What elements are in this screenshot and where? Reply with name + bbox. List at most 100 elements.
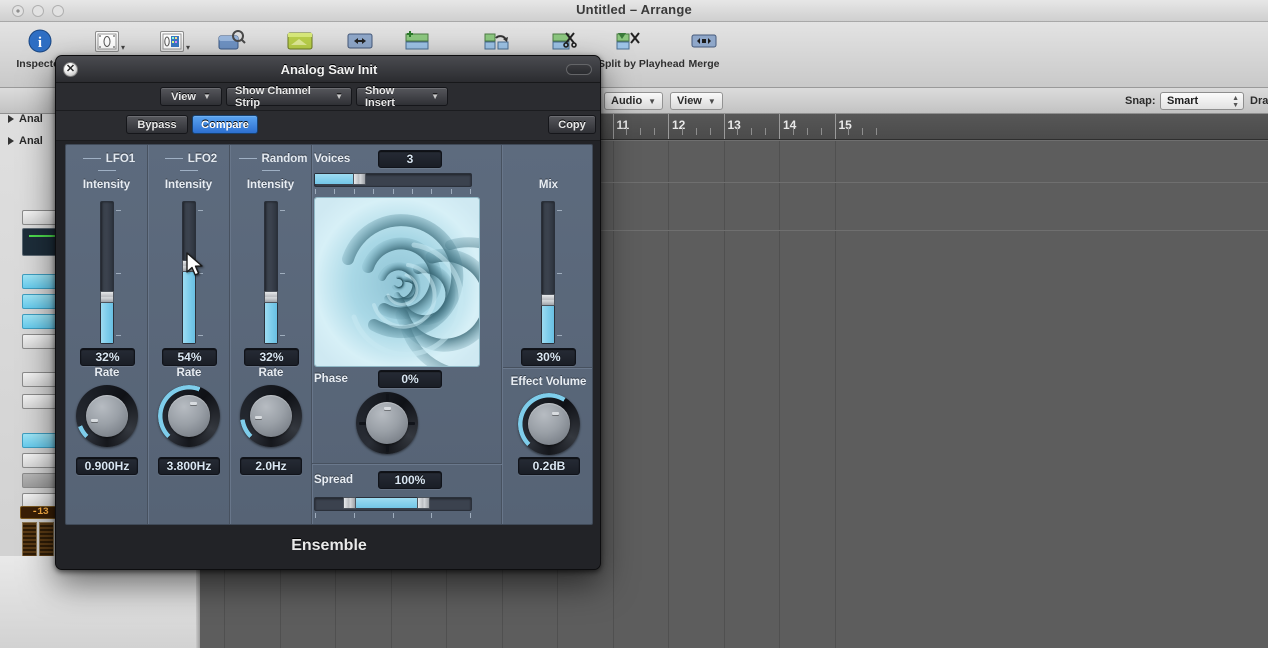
knob-cap[interactable]: [528, 403, 570, 445]
slider-tick: [198, 210, 203, 211]
scale-tick: [451, 189, 452, 194]
split-region-icon: [385, 26, 449, 56]
rate-value-lfo2[interactable]: 3.800Hz: [158, 457, 220, 475]
rate-value-text: 3.800Hz: [166, 459, 212, 473]
preferences-icon: ▾: [75, 26, 139, 56]
scale-tick: [354, 189, 355, 194]
slider-tick: [280, 335, 285, 336]
plugin-window[interactable]: Analog Saw Init ✕ View ▼ Show Channel St…: [55, 55, 601, 570]
intensity-value-text: 54%: [177, 350, 202, 364]
toolbar-button-split-by-playhead[interactable]: Split by Playhead: [598, 26, 685, 70]
bar-tick: [612, 114, 614, 139]
rate-knob-lfo1[interactable]: [76, 385, 138, 447]
bar-tick: [779, 114, 780, 139]
header-rule-left: [238, 158, 257, 160]
knob-pointer: [383, 407, 391, 410]
swirl-layer: [315, 198, 479, 366]
voices-label: Voices: [314, 153, 351, 165]
slider-handle-low[interactable]: [343, 497, 356, 509]
plugin-menu-row: View ▼ Show Channel Strip ▼ Show Insert …: [56, 83, 600, 133]
bypass-button[interactable]: Bypass: [126, 115, 188, 134]
spread-value-text: 100%: [394, 473, 426, 487]
disclosure-triangle-icon[interactable]: [8, 137, 14, 145]
close-icon[interactable]: ✕: [63, 62, 78, 77]
knob-notch-left: [359, 421, 366, 425]
toolbar-button-merge[interactable]: Merge: [672, 26, 736, 70]
inspector-track-row[interactable]: Anal: [8, 132, 43, 150]
effect-volume-value[interactable]: 0.2dB: [518, 457, 580, 475]
slider-handle[interactable]: [100, 291, 114, 303]
slider-fill: [183, 267, 195, 343]
ensemble-swirl-visualizer[interactable]: [314, 197, 480, 367]
rate-value-lfo1[interactable]: 0.900Hz: [76, 457, 138, 475]
inspector-track-row[interactable]: Anal: [8, 110, 43, 128]
mix-value[interactable]: 30%: [521, 348, 576, 366]
effect-volume-knob[interactable]: [518, 393, 580, 455]
sub-tick: [654, 128, 656, 135]
phase-value[interactable]: 0%: [378, 370, 442, 388]
rate-knob-random[interactable]: [240, 385, 302, 447]
intensity-label: Intensity: [82, 179, 131, 191]
compare-button[interactable]: Compare: [192, 115, 258, 134]
mix-slider[interactable]: [541, 201, 562, 344]
intensity-value-random[interactable]: 32%: [244, 348, 299, 366]
plugin-menu-show-channel-strip[interactable]: Show Channel Strip ▼: [226, 84, 352, 109]
rate-label: Rate: [258, 367, 284, 379]
knob-cap[interactable]: [86, 395, 128, 437]
bar-number: 14: [783, 118, 797, 132]
spread-value[interactable]: 100%: [378, 471, 442, 489]
scale-tick: [412, 189, 413, 194]
intensity-value-lfo2[interactable]: 54%: [162, 348, 217, 366]
sub-tick: [626, 128, 628, 135]
scale-tick: [373, 189, 374, 194]
rate-knob-lfo2[interactable]: [158, 385, 220, 447]
slider-tick: [280, 273, 285, 274]
rate-value-random[interactable]: 2.0Hz: [240, 457, 302, 475]
window-title: Untitled – Arrange: [576, 2, 692, 17]
slider-fill: [101, 298, 113, 343]
compare-label: Compare: [201, 118, 249, 131]
knob-pointer: [552, 411, 560, 415]
plugin-body: LFO1 Intensity 32% Rate 0.900Hz LFO2 Inte…: [65, 144, 593, 525]
intensity-value-text: 32%: [259, 350, 284, 364]
local-menu-audio[interactable]: Audio ▼: [604, 92, 664, 110]
snap-popup[interactable]: Smart ▲ ▼: [1160, 92, 1244, 110]
plugin-menu-label: Show Channel Strip: [235, 84, 311, 109]
phase-value-text: 0%: [401, 372, 419, 386]
sub-tick: [709, 128, 711, 135]
intensity-slider-lfo1[interactable]: [100, 201, 121, 344]
plugin-footer: Ensemble: [56, 526, 600, 569]
slider-handle[interactable]: [264, 291, 278, 303]
slider-handle[interactable]: [353, 173, 366, 185]
spread-scale: [315, 513, 471, 518]
sub-tick: [695, 128, 697, 135]
voices-value[interactable]: 3: [378, 150, 442, 168]
phase-knob[interactable]: [356, 392, 418, 454]
slider-handle-high[interactable]: [417, 497, 430, 509]
plugin-menu-show-insert[interactable]: Show Insert ▼: [356, 85, 448, 109]
plugin-footer-name: Ensemble: [291, 537, 367, 554]
voices-slider[interactable]: [314, 173, 472, 187]
voices-scale: [315, 189, 471, 194]
disclosure-triangle-icon[interactable]: [8, 115, 14, 123]
plugin-menu-view[interactable]: View ▼: [160, 87, 222, 106]
knob-pointer: [91, 419, 99, 423]
plugin-preset-row: Bypass Compare ◀ ▶ #default ▼ Copy Paste: [56, 111, 601, 190]
scale-tick: [315, 513, 316, 518]
plugin-resize-pill[interactable]: [566, 64, 592, 75]
rate-value-text: 2.0Hz: [255, 459, 287, 473]
spread-range-slider[interactable]: [314, 497, 472, 511]
knob-cap[interactable]: [168, 395, 210, 437]
svg-text:i: i: [38, 35, 42, 51]
intensity-slider-random[interactable]: [264, 201, 285, 344]
slider-handle[interactable]: [541, 294, 555, 306]
chevron-down-icon: ▼: [202, 92, 211, 101]
paste-button[interactable]: Paste: [600, 115, 601, 134]
rate-label: Rate: [176, 367, 202, 379]
intensity-slider-lfo2[interactable]: [182, 201, 203, 344]
intensity-value-lfo1[interactable]: 32%: [80, 348, 135, 366]
sub-tick: [876, 128, 878, 135]
slider-handle[interactable]: [182, 260, 196, 272]
toolbar-button-label: Split by Playhead: [598, 58, 685, 70]
local-menu-view[interactable]: View ▼: [670, 92, 723, 110]
